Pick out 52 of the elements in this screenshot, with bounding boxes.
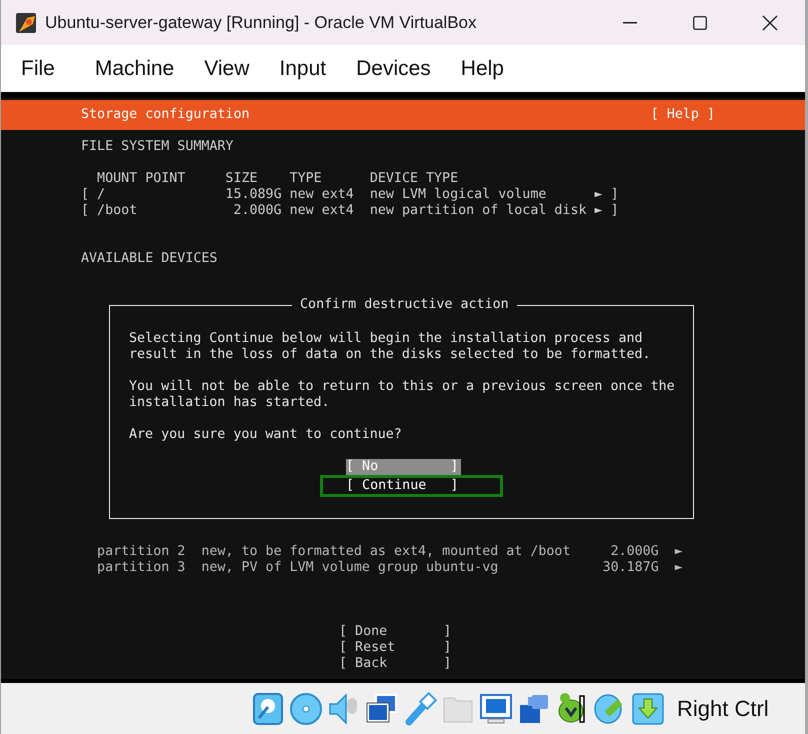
type-cell-text: new ext4: [290, 203, 355, 219]
app-logo-icon: [15, 12, 37, 34]
partition-description-cell-text: new, PV of LVM volume group ubuntu-vg: [201, 560, 500, 576]
bracket-text: ]: [610, 187, 619, 203]
menu-item[interactable]: Help: [460, 56, 504, 80]
window-title: Ubuntu-server-gateway [Running] - Oracle VM VirtualBox: [45, 12, 478, 32]
expand-arrow[interactable]: ►: [594, 203, 611, 219]
screen-title: Storage configuration: [81, 107, 250, 123]
column-header: TYPE: [290, 171, 323, 187]
type-cell-text: new ext4: [290, 187, 355, 203]
menu-item[interactable]: Devices: [356, 56, 431, 80]
installer-button[interactable]: [ Done ]: [339, 624, 452, 640]
menu-item[interactable]: Machine: [94, 56, 174, 80]
disc-icon[interactable]: [289, 692, 323, 726]
dialog-message: Selecting Continue below will begin the installation process and result in the loss of data on the disks selected to be formatted.: [129, 331, 652, 363]
close-icon[interactable]: [762, 14, 778, 30]
column-header: DEVICE TYPE: [370, 171, 460, 187]
maximize-icon[interactable]: [693, 16, 707, 30]
menu-item[interactable]: File: [21, 56, 55, 80]
partition-size-cell: 30.187G: [602, 560, 659, 576]
size-cell-text: 15.089G: [225, 187, 283, 203]
partition-description-cell-text: new, to be formatted as ext4, mounted at /boot: [201, 544, 572, 560]
installer-button[interactable]: [ Reset ]: [339, 640, 452, 656]
minimize-icon[interactable]: [623, 22, 637, 24]
dialog-message: You will not be able to return to this or a previous screen once the installation has started.: [129, 379, 675, 411]
installer-button[interactable]: [ Back ]: [339, 656, 452, 672]
expand-arrow[interactable]: ►: [594, 187, 611, 203]
device-type-cell-text: new LVM logical volume: [370, 187, 548, 203]
dialog-option-button[interactable]: [ Continue ]: [320, 475, 504, 497]
partition-name-cell-text: partition 3: [97, 560, 186, 576]
help-button[interactable]: [ Help ]: [650, 107, 715, 123]
mount-point-cell-text: /: [97, 187, 106, 203]
partition-name-cell-text: partition 2: [97, 544, 186, 560]
network-icon[interactable]: [365, 692, 399, 726]
host-key-label: Right Ctrl: [677, 696, 769, 722]
section-heading: AVAILABLE DEVICES: [81, 251, 218, 267]
display-icon[interactable]: [479, 692, 513, 726]
menu-item[interactable]: Input: [279, 56, 326, 80]
mount-point-cell-text: /boot: [97, 203, 138, 219]
section-heading: FILE SYSTEM SUMMARY: [81, 139, 234, 155]
bracket-text: [: [81, 203, 90, 219]
column-header: SIZE: [225, 171, 259, 187]
column-header: MOUNT POINT: [97, 171, 186, 187]
dialog-message: Are you sure you want to continue?: [129, 427, 403, 443]
expand-arrow[interactable]: ►: [658, 560, 683, 576]
menu-item[interactable]: View: [204, 56, 250, 80]
size-cell-text: 2.000G: [232, 203, 283, 219]
device-type-cell-text: new partition of local disk: [370, 203, 588, 219]
expand-arrow[interactable]: ►: [658, 544, 683, 560]
bracket-text: [: [81, 187, 90, 203]
bracket-text: ]: [610, 203, 619, 219]
partition-size-cell-text: 2.000G: [610, 544, 659, 560]
